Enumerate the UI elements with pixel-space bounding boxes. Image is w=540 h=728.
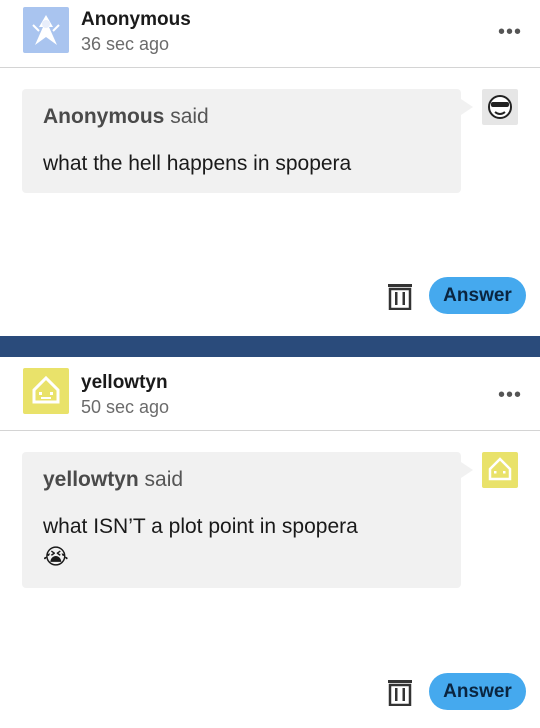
ask-post: yellowtyn 50 sec ago ••• yellowtyn said … — [0, 357, 540, 728]
post-header: yellowtyn 50 sec ago ••• — [0, 357, 540, 424]
sunglasses-face-icon[interactable] — [482, 89, 518, 125]
answer-button[interactable]: Answer — [429, 277, 526, 314]
question-bubble: Anonymous said what the hell happens in … — [22, 89, 473, 193]
timestamp: 36 sec ago — [81, 34, 170, 54]
delete-trash-icon[interactable] — [387, 282, 413, 311]
said-label: said — [170, 105, 209, 128]
header-divider — [0, 430, 540, 431]
yellow-pixel-sprite-icon[interactable] — [482, 452, 518, 488]
answer-button[interactable]: Answer — [429, 673, 526, 710]
yellow-pixel-sprite-icon[interactable] — [23, 368, 69, 414]
delete-trash-icon[interactable] — [387, 678, 413, 707]
post-header: Anonymous 36 sec ago ••• — [0, 0, 540, 67]
post-divider — [0, 336, 540, 357]
ask-post: Anonymous 36 sec ago ••• Anonymous said … — [0, 0, 540, 336]
question-text: what the hell happens in spopera — [43, 152, 352, 175]
anonymous-avatar-icon[interactable] — [23, 7, 69, 53]
said-label: said — [144, 468, 184, 491]
asker-name[interactable]: yellowtyn — [43, 468, 139, 491]
header-divider — [0, 67, 540, 68]
asker-line: Anonymous said — [43, 105, 209, 129]
more-options-icon[interactable]: ••• — [498, 22, 522, 42]
crying-emoji: 😭 — [43, 544, 69, 569]
author-name[interactable]: Anonymous — [81, 9, 191, 31]
asker-line: yellowtyn said — [43, 468, 183, 492]
asker-name[interactable]: Anonymous — [43, 105, 164, 128]
question-text: what ISN’T a plot point in spopera — [43, 515, 358, 538]
question-bubble: yellowtyn said what ISN’T a plot point i… — [22, 452, 473, 588]
timestamp: 50 sec ago — [81, 397, 170, 417]
more-options-icon[interactable]: ••• — [498, 385, 522, 405]
author-name[interactable]: yellowtyn — [81, 372, 168, 394]
